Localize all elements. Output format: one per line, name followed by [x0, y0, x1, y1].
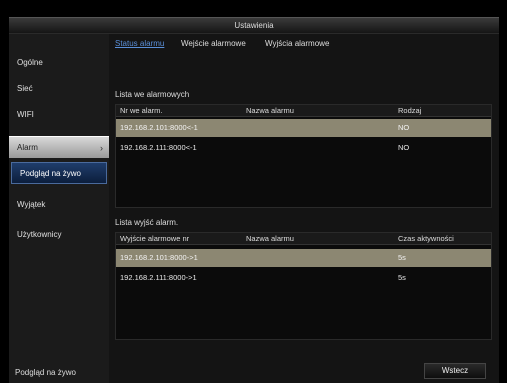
tab-alarm-output[interactable]: Wyjścia alarmowe — [265, 39, 329, 48]
table-row[interactable]: 192.168.2.101:8000->1 5s — [116, 249, 491, 267]
alarm-inputs-table: Nr we alarm. Nazwa alarmu Rodzaj 192.168… — [115, 104, 492, 208]
table-row[interactable]: 192.168.2.111:8000<-1 NO — [116, 139, 491, 157]
tab-alarm-status[interactable]: Status alarmu — [115, 39, 164, 48]
sidebar-item-general[interactable]: Ogólne — [9, 52, 109, 74]
sidebar-item-alarm[interactable]: Alarm › — [9, 136, 109, 158]
window-title: Ustawienia — [9, 18, 499, 34]
alarm-inputs-label: Lista we alarmowych — [115, 90, 190, 99]
column-header: Wyjście alarmowe nr — [120, 234, 190, 243]
alarm-outputs-label: Lista wyjść alarm. — [115, 218, 179, 227]
alarm-outputs-table: Wyjście alarmowe nr Nazwa alarmu Czas ak… — [115, 232, 492, 340]
sidebar-item-label: Alarm — [17, 143, 38, 152]
sidebar-item-network[interactable]: Sieć — [9, 78, 109, 100]
sidebar-item-label: Ogólne — [17, 58, 43, 67]
sidebar: Ogólne Sieć WIFI Alarm › Podgląd na żywo… — [9, 34, 109, 383]
sidebar-item-label: Wyjątek — [17, 200, 46, 209]
alarm-input-number: 192.168.2.111:8000<-1 — [120, 143, 197, 152]
alarm-type: NO — [398, 123, 410, 132]
activity-time: 5s — [398, 273, 406, 282]
table-row[interactable]: 192.168.2.111:8000->1 5s — [116, 269, 491, 287]
sidebar-item-live-view[interactable]: Podgląd na żywo — [11, 162, 107, 184]
alarm-input-number: 192.168.2.101:8000<-1 — [120, 123, 198, 132]
table-header: Nr we alarm. Nazwa alarmu Rodzaj — [116, 105, 491, 117]
column-header: Rodzaj — [398, 106, 422, 115]
sidebar-item-wifi[interactable]: WIFI — [9, 104, 109, 126]
alarm-type: NO — [398, 143, 410, 152]
sidebar-item-exception[interactable]: Wyjątek — [9, 194, 109, 216]
live-view-button[interactable]: Podgląd na żywo — [9, 364, 109, 382]
column-header: Czas aktywności — [398, 234, 454, 243]
column-header: Nazwa alarmu — [246, 106, 294, 115]
sidebar-item-users[interactable]: Użytkownicy — [9, 224, 109, 246]
chevron-right-icon: › — [100, 143, 103, 153]
back-button[interactable]: Wstecz — [424, 363, 486, 379]
sidebar-item-label: Sieć — [17, 84, 33, 93]
settings-window: Ustawienia Ogólne Sieć WIFI Alarm › Podg… — [9, 17, 499, 383]
activity-time: 5s — [398, 253, 406, 262]
column-header: Nazwa alarmu — [246, 234, 294, 243]
main-panel: Status alarmu Wejście alarmowe Wyjścia a… — [109, 34, 499, 383]
sidebar-item-label: WIFI — [17, 110, 34, 119]
table-row[interactable]: 192.168.2.101:8000<-1 NO — [116, 119, 491, 137]
sidebar-item-label: Użytkownicy — [17, 230, 62, 239]
tab-alarm-input[interactable]: Wejście alarmowe — [181, 39, 246, 48]
alarm-output-number: 192.168.2.101:8000->1 — [120, 253, 198, 262]
column-header: Nr we alarm. — [120, 106, 163, 115]
tab-bar: Status alarmu Wejście alarmowe Wyjścia a… — [115, 39, 495, 51]
alarm-output-number: 192.168.2.111:8000->1 — [120, 273, 197, 282]
table-header: Wyjście alarmowe nr Nazwa alarmu Czas ak… — [116, 233, 491, 245]
sidebar-item-label: Podgląd na żywo — [20, 169, 81, 178]
